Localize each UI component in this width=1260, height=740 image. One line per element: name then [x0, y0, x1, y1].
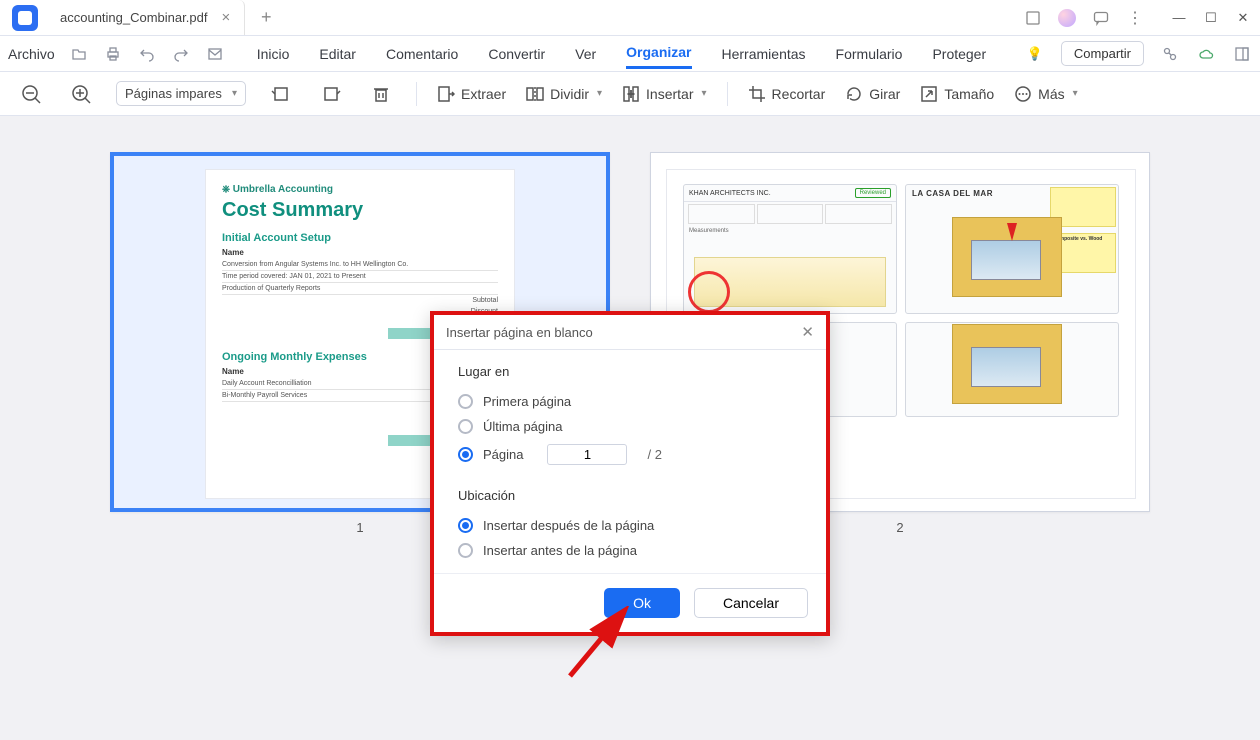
- toolbar: Páginas impares ▾ Extraer Dividir▾ Inser…: [0, 72, 1260, 116]
- open-icon[interactable]: [69, 44, 89, 64]
- minimize-button[interactable]: —: [1170, 9, 1188, 27]
- maximize-button[interactable]: ☐: [1202, 9, 1220, 27]
- radio-icon: [458, 543, 473, 558]
- page-filter-value: Páginas impares: [125, 86, 222, 101]
- red-circle-annotation: [688, 271, 730, 313]
- menu-file[interactable]: Archivo: [8, 40, 55, 68]
- menu-convertir[interactable]: Convertir: [488, 40, 545, 68]
- radio-insert-after[interactable]: Insertar después de la página: [458, 513, 802, 538]
- radio-icon-checked: [458, 447, 473, 462]
- rotate-button[interactable]: Girar: [845, 85, 900, 103]
- user-avatar-icon[interactable]: [1058, 9, 1076, 27]
- radio-page-number[interactable]: Página / 2: [458, 439, 802, 470]
- radio-last-page[interactable]: Última página: [458, 414, 802, 439]
- menu-proteger[interactable]: Proteger: [932, 40, 986, 68]
- zoom-out-button[interactable]: [16, 79, 46, 109]
- mail-icon[interactable]: [205, 44, 225, 64]
- menu-organizar[interactable]: Organizar: [626, 38, 691, 69]
- radio-insert-before[interactable]: Insertar antes de la página: [458, 538, 802, 563]
- expand-icon[interactable]: [1232, 44, 1252, 64]
- menu-items: Inicio Editar Comentario Convertir Ver O…: [257, 38, 1021, 69]
- menu-editar[interactable]: Editar: [319, 40, 356, 68]
- menu-formulario[interactable]: Formulario: [836, 40, 903, 68]
- crop-button[interactable]: Recortar: [748, 85, 826, 103]
- share-button[interactable]: Compartir: [1061, 41, 1144, 66]
- chat-icon[interactable]: [1092, 9, 1110, 27]
- insert-blank-page-dialog: Insertar página en blanco ✕ Lugar en Pri…: [430, 311, 830, 636]
- window-controls: — ☐ ✕: [1170, 9, 1252, 27]
- panel-icon[interactable]: [1024, 9, 1042, 27]
- undo-icon[interactable]: [137, 44, 157, 64]
- document-tab[interactable]: accounting_Combinar.pdf ×: [46, 0, 245, 35]
- menu-inicio[interactable]: Inicio: [257, 40, 290, 68]
- zoom-in-button[interactable]: [66, 79, 96, 109]
- section-location: Ubicación: [458, 488, 802, 503]
- page-filter-select[interactable]: Páginas impares ▾: [116, 81, 246, 106]
- menu-comentario[interactable]: Comentario: [386, 40, 458, 68]
- radio-icon-checked: [458, 518, 473, 533]
- page-number-2: 2: [896, 520, 903, 535]
- link-icon[interactable]: [1160, 44, 1180, 64]
- new-tab-button[interactable]: +: [251, 3, 281, 33]
- section-place-in: Lugar en: [458, 364, 802, 379]
- p1-title: Cost Summary: [222, 199, 498, 222]
- insert-button[interactable]: Insertar▾: [622, 85, 707, 103]
- close-window-button[interactable]: ✕: [1234, 9, 1252, 27]
- titlebar: accounting_Combinar.pdf × + ⋮ — ☐ ✕: [0, 0, 1260, 36]
- menu-ver[interactable]: Ver: [575, 40, 596, 68]
- extract-button[interactable]: Extraer: [437, 85, 506, 103]
- p1-sub1: Initial Account Setup: [222, 232, 498, 244]
- red-arrow-annotation: [1007, 223, 1017, 241]
- ok-button[interactable]: Ok: [604, 588, 680, 618]
- page-number-1: 1: [356, 520, 363, 535]
- split-button[interactable]: Dividir▾: [526, 85, 602, 103]
- more-button[interactable]: Más▾: [1014, 85, 1077, 103]
- delete-button[interactable]: [366, 79, 396, 109]
- tab-title: accounting_Combinar.pdf: [60, 10, 207, 25]
- redo-icon[interactable]: [171, 44, 191, 64]
- page-number-input[interactable]: [547, 444, 627, 465]
- more-vert-icon[interactable]: ⋮: [1126, 9, 1144, 27]
- cancel-button[interactable]: Cancelar: [694, 588, 808, 618]
- app-icon: [12, 5, 38, 31]
- rotate-right-button[interactable]: [316, 79, 346, 109]
- dialog-title: Insertar página en blanco: [446, 325, 593, 340]
- dialog-close-button[interactable]: ✕: [801, 323, 814, 341]
- menu-herramientas[interactable]: Herramientas: [722, 40, 806, 68]
- tab-close-icon[interactable]: ×: [221, 9, 230, 26]
- radio-icon: [458, 394, 473, 409]
- cloud-icon[interactable]: [1196, 44, 1216, 64]
- size-button[interactable]: Tamaño: [920, 85, 994, 103]
- rotate-left-button[interactable]: [266, 79, 296, 109]
- print-icon[interactable]: [103, 44, 123, 64]
- radio-first-page[interactable]: Primera página: [458, 389, 802, 414]
- p1-company: ⎈ Umbrella Accounting: [222, 184, 498, 195]
- radio-icon: [458, 419, 473, 434]
- chevron-down-icon: ▾: [232, 88, 237, 99]
- lightbulb-icon[interactable]: 💡: [1025, 44, 1045, 64]
- titlebar-icons: ⋮ — ☐ ✕: [1024, 9, 1260, 27]
- workspace: ⎈ Umbrella Accounting Cost Summary Initi…: [0, 116, 1260, 740]
- menubar: Archivo Inicio Editar Comentario Convert…: [0, 36, 1260, 72]
